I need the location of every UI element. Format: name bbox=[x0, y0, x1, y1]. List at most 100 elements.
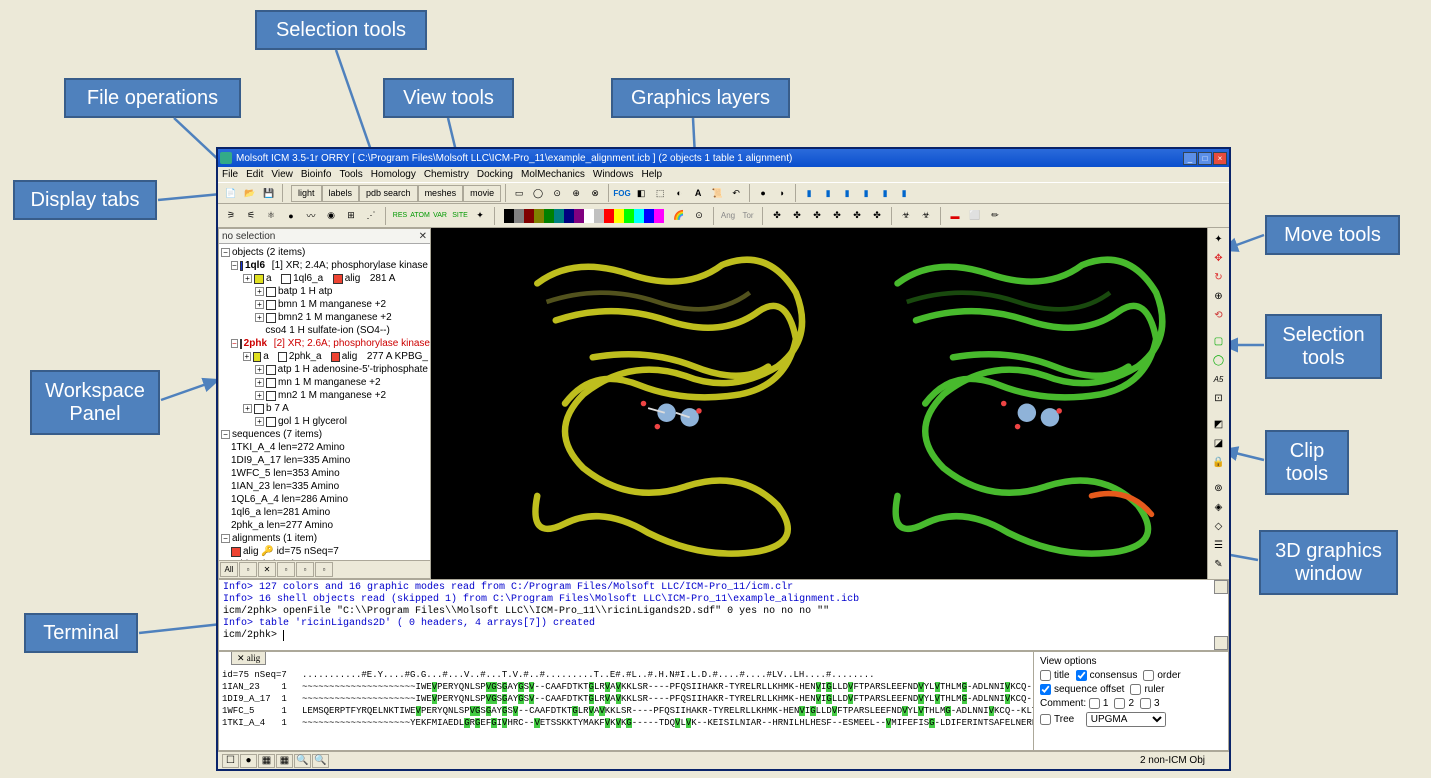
opt-ruler[interactable]: ruler bbox=[1130, 684, 1164, 695]
sb-icon-6[interactable]: 🔍 bbox=[312, 754, 329, 768]
wire-icon[interactable]: ⚞ bbox=[222, 207, 240, 225]
menu-edit[interactable]: Edit bbox=[246, 169, 263, 180]
torsion-icon[interactable]: Tor bbox=[739, 207, 757, 225]
layer1-icon[interactable]: ▮ bbox=[800, 184, 818, 202]
sb-icon-2[interactable]: ● bbox=[240, 754, 257, 768]
eyedropper-icon[interactable]: ⊙ bbox=[690, 207, 708, 225]
bio-1-icon[interactable]: ☣ bbox=[897, 207, 915, 225]
layer4-icon[interactable]: ▮ bbox=[857, 184, 875, 202]
stick-icon[interactable]: ⚟ bbox=[242, 207, 260, 225]
select-sphere-icon[interactable]: ◯ bbox=[1210, 351, 1228, 369]
alignment-view[interactable]: ✕ alig id=75 nSeq=7...........#E.Y....#G… bbox=[219, 652, 1033, 750]
layer5-icon[interactable]: ▮ bbox=[876, 184, 894, 202]
clip-back-icon[interactable]: ◪ bbox=[1210, 434, 1228, 452]
misc-3-icon[interactable]: ◇ bbox=[1210, 517, 1228, 535]
lock-icon[interactable]: 🔒 bbox=[1210, 453, 1228, 471]
misc-1-icon[interactable]: ⊚ bbox=[1210, 479, 1228, 497]
origin-icon[interactable]: ✦ bbox=[471, 207, 489, 225]
misc-2-icon[interactable]: ◈ bbox=[1210, 498, 1228, 516]
misc-5-icon[interactable]: ✎ bbox=[1210, 555, 1228, 573]
layer2-icon[interactable]: ▮ bbox=[819, 184, 837, 202]
terminal[interactable]: Info> 127 colors and 16 graphic modes re… bbox=[218, 579, 1229, 651]
menu-windows[interactable]: Windows bbox=[593, 169, 634, 180]
view-cube-icon[interactable]: ⬚ bbox=[651, 184, 669, 202]
menu-bioinfo[interactable]: Bioinfo bbox=[301, 169, 332, 180]
tab-movie[interactable]: movie bbox=[463, 185, 501, 202]
view-sphere-icon[interactable]: ◐ bbox=[670, 184, 688, 202]
select-atom-icon[interactable]: ⊙ bbox=[548, 184, 566, 202]
minimize-button[interactable]: _ bbox=[1183, 152, 1197, 165]
select-residue-icon[interactable]: ⊕ bbox=[567, 184, 585, 202]
select-all-icon[interactable]: ⊡ bbox=[1210, 389, 1228, 407]
wstab-delete[interactable]: ✕ bbox=[258, 562, 276, 577]
select-box-icon[interactable]: ▢ bbox=[1210, 332, 1228, 350]
clear-icon[interactable]: ⬜ bbox=[966, 207, 984, 225]
sb-icon-5[interactable]: 🔍 bbox=[294, 754, 311, 768]
opt-c3[interactable]: 3 bbox=[1140, 698, 1160, 709]
tab-labels[interactable]: labels bbox=[322, 185, 360, 202]
opt-order[interactable]: order bbox=[1143, 670, 1180, 681]
select-chain-icon[interactable]: ⊗ bbox=[586, 184, 604, 202]
undo-icon[interactable]: ↶ bbox=[727, 184, 745, 202]
layer3-icon[interactable]: ▮ bbox=[838, 184, 856, 202]
wstab-obj[interactable]: ▫ bbox=[239, 562, 257, 577]
scroll-up-icon[interactable] bbox=[1214, 580, 1228, 594]
select-rect-icon[interactable]: ▭ bbox=[510, 184, 528, 202]
graphics-window[interactable] bbox=[431, 228, 1207, 579]
save-file-icon[interactable]: 💾 bbox=[260, 184, 278, 202]
clip-front-icon[interactable]: ◩ bbox=[1210, 415, 1228, 433]
res-label-icon[interactable]: RES bbox=[391, 207, 409, 225]
tab-light[interactable]: light bbox=[291, 185, 322, 202]
atom-label-icon[interactable]: ATOM bbox=[411, 207, 429, 225]
menu-molmechanics[interactable]: MolMechanics bbox=[521, 169, 585, 180]
move-icon[interactable]: ✥ bbox=[1210, 249, 1228, 267]
chem-2-icon[interactable]: ✤ bbox=[788, 207, 806, 225]
site-label-icon[interactable]: SITE bbox=[451, 207, 469, 225]
text-tool-icon[interactable]: A bbox=[689, 184, 707, 202]
opt-c2[interactable]: 2 bbox=[1114, 698, 1134, 709]
zoom-icon[interactable]: ⊕ bbox=[1210, 287, 1228, 305]
new-file-icon[interactable]: 📄 bbox=[222, 184, 240, 202]
maximize-button[interactable]: □ bbox=[1198, 152, 1212, 165]
workspace-tabs[interactable]: All ▫ ✕ ▫ ▫ ▫ bbox=[219, 560, 430, 578]
rotate-axis-icon[interactable]: ⟲ bbox=[1210, 306, 1228, 324]
menu-file[interactable]: File bbox=[222, 169, 238, 180]
menu-docking[interactable]: Docking bbox=[477, 169, 513, 180]
fog-icon[interactable]: FOG bbox=[613, 184, 631, 202]
opt-consensus[interactable]: consensus bbox=[1076, 670, 1138, 681]
ribbon-icon[interactable]: 〰 bbox=[302, 207, 320, 225]
opt-seq-offset[interactable]: sequence offset bbox=[1040, 684, 1124, 695]
sb-icon-4[interactable]: ▦ bbox=[276, 754, 293, 768]
close-button[interactable]: × bbox=[1213, 152, 1227, 165]
chem-4-icon[interactable]: ✤ bbox=[828, 207, 846, 225]
title-bar[interactable]: Molsoft ICM 3.5-1r ORRY [ C:\Program Fil… bbox=[218, 149, 1229, 167]
paint-icon[interactable]: ▬ bbox=[946, 207, 964, 225]
bio-2-icon[interactable]: ☣ bbox=[917, 207, 935, 225]
workspace-tree[interactable]: − objects (2 items) − 1ql6 [1] XR; 2.4A;… bbox=[219, 244, 430, 560]
opt-c1[interactable]: 1 bbox=[1089, 698, 1109, 709]
misc-4-icon[interactable]: ☰ bbox=[1210, 536, 1228, 554]
wstab-5[interactable]: ▫ bbox=[296, 562, 314, 577]
angle-icon[interactable]: Ang bbox=[719, 207, 737, 225]
alignment-tab[interactable]: ✕ alig bbox=[231, 652, 266, 665]
script-icon[interactable]: 📜 bbox=[708, 184, 726, 202]
menu-chemistry[interactable]: Chemistry bbox=[424, 169, 469, 180]
scroll-down-icon[interactable] bbox=[1214, 636, 1228, 650]
sb-icon-1[interactable]: ☐ bbox=[222, 754, 239, 768]
wstab-6[interactable]: ▫ bbox=[315, 562, 333, 577]
tab-pdbsearch[interactable]: pdb search bbox=[359, 185, 418, 202]
menu-view[interactable]: View bbox=[271, 169, 293, 180]
perspective-icon[interactable]: ◧ bbox=[632, 184, 650, 202]
cpk-icon[interactable]: ● bbox=[282, 207, 300, 225]
center-icon[interactable]: ✦ bbox=[1210, 230, 1228, 248]
render-sphere-icon[interactable]: ● bbox=[754, 184, 772, 202]
opt-title[interactable]: title bbox=[1040, 670, 1070, 681]
rotate-icon[interactable]: ↻ bbox=[1210, 268, 1228, 286]
open-file-icon[interactable]: 📂 bbox=[241, 184, 259, 202]
sb-icon-3[interactable]: ▦ bbox=[258, 754, 275, 768]
render-shade-icon[interactable]: ◗ bbox=[773, 184, 791, 202]
menu-help[interactable]: Help bbox=[641, 169, 662, 180]
wstab-4[interactable]: ▫ bbox=[277, 562, 295, 577]
h-bond-icon[interactable]: ⋰ bbox=[362, 207, 380, 225]
color-palette[interactable] bbox=[504, 209, 664, 223]
